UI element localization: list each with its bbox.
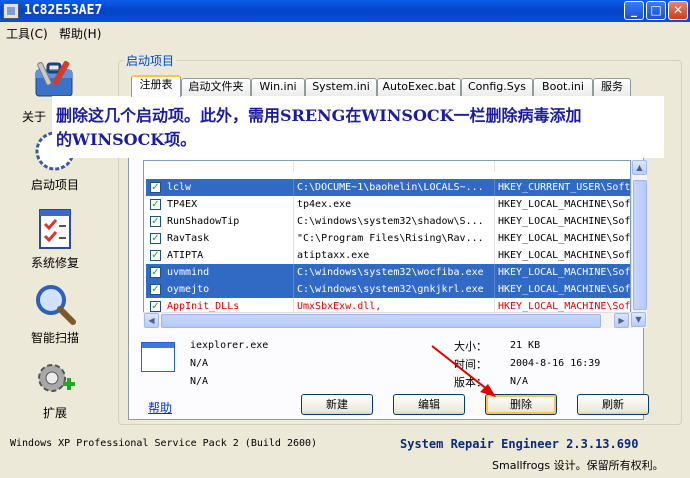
version-value: N/A xyxy=(510,376,529,387)
detail-na-1: N/A xyxy=(190,358,209,369)
row-registry-key: HKEY_LOCAL_MACHINE\Sof xyxy=(498,267,631,278)
tab-boot-ini[interactable]: Boot.ini xyxy=(533,78,593,96)
vertical-scrollbar[interactable]: ▲ xyxy=(631,160,647,328)
row-checkbox[interactable]: ✓ xyxy=(150,233,161,244)
sidebar-item-label: 智能扫描 xyxy=(30,331,79,345)
close-button[interactable]: ✕ xyxy=(668,1,688,20)
refresh-button[interactable]: 刷新 xyxy=(577,394,649,415)
row-path: tp4ex.exe xyxy=(297,199,352,210)
row-checkbox[interactable]: ✓ xyxy=(150,250,161,261)
row-name: RavTask xyxy=(167,233,210,244)
annotation-line-1: 删除这几个启动项。此外，需用SRENG在WINSOCK一栏删除病毒添加 xyxy=(56,106,582,125)
tab-system-ini[interactable]: System.ini xyxy=(305,78,377,96)
file-icon xyxy=(141,342,175,372)
row-checkbox[interactable]: ✓ xyxy=(150,267,161,278)
menu-tools[interactable]: 工具(C) xyxy=(6,25,48,42)
maximize-button[interactable]: □ xyxy=(646,1,666,20)
scroll-up-button[interactable]: ▲ xyxy=(632,160,647,175)
sidebar-item-label: 启动项目 xyxy=(30,178,79,192)
row-path: "C:\Program Files\Rising\Rav... xyxy=(297,233,484,244)
row-name: ATIPTA xyxy=(167,250,204,261)
row-checkbox[interactable]: ✓ xyxy=(150,182,161,193)
row-registry-key: HKEY_CURRENT_USER\Soft xyxy=(498,182,631,193)
sidebar-item-label: 关于 xyxy=(22,110,47,124)
row-checkbox[interactable]: ✓ xyxy=(150,199,161,210)
annotation-line-2: 的WINSOCK项。 xyxy=(56,130,197,149)
menu-help[interactable]: 帮助(H) xyxy=(59,25,101,42)
tab-registry[interactable]: 注册表 xyxy=(131,75,181,97)
group-title: 启动项目 xyxy=(124,52,177,69)
horizontal-scrollbar[interactable]: ◀ ▶ xyxy=(143,312,631,328)
row-registry-key: HKEY_LOCAL_MACHINE\Sof xyxy=(498,284,631,295)
row-registry-key: HKEY_LOCAL_MACHINE\Sof xyxy=(498,233,631,244)
tab-config-sys[interactable]: Config.Sys xyxy=(461,78,533,96)
checklist-icon xyxy=(32,206,78,252)
row-path: C:\DOCUME~1\baohelin\LOCALS~... xyxy=(297,182,484,193)
row-name: TP4EX xyxy=(167,199,198,210)
row-checkbox[interactable]: ✓ xyxy=(150,301,161,312)
tab-win-ini[interactable]: Win.ini xyxy=(251,78,305,96)
row-checkbox[interactable]: ✓ xyxy=(150,284,161,295)
title-bar[interactable]: 1C82E53AE7 _ □ ✕ xyxy=(0,0,690,22)
row-name: oymejto xyxy=(167,284,210,295)
tab-startup-folder[interactable]: 启动文件夹 xyxy=(181,78,251,96)
table-row[interactable]: ✓ oymejto C:\windows\system32\gnkjkrl.exe H… xyxy=(146,281,631,298)
annotation-arrow-icon xyxy=(431,345,496,397)
tab-services[interactable]: 服务 xyxy=(593,78,631,96)
annotation-note: 删除这几个启动项。此外，需用SRENG在WINSOCK一栏删除病毒添加 的WIN… xyxy=(52,96,664,158)
row-path: C:\windows\system32\shadow\S... xyxy=(297,216,484,227)
scroll-left-button[interactable]: ◀ xyxy=(144,313,159,328)
scroll-thumb[interactable] xyxy=(633,180,647,310)
gear-plus-icon xyxy=(32,356,78,402)
sidebar-item-scan[interactable]: 智能扫描 xyxy=(10,281,100,346)
row-registry-key: HKEY_LOCAL_MACHINE\Sof xyxy=(498,216,631,227)
startup-list[interactable]: ✓ lclw C:\DOCUME~1\baohelin\LOCALS~... HKEY… xyxy=(143,160,631,328)
window-title: 1C82E53AE7 xyxy=(24,3,103,18)
tab-autoexec[interactable]: AutoExec.bat xyxy=(377,78,461,96)
detail-filename: iexplorer.exe xyxy=(190,340,269,351)
app-icon xyxy=(3,3,19,19)
product-name: System Repair Engineer 2.3.13.690 xyxy=(400,437,639,451)
table-row[interactable]: ✓ RavTask "C:\Program Files\Rising\Rav... H… xyxy=(146,230,631,247)
table-row[interactable]: ✓ lclw C:\DOCUME~1\baohelin\LOCALS~... HKEY… xyxy=(146,179,631,196)
magnifier-icon xyxy=(32,281,78,327)
os-info: Windows XP Professional Service Pack 2 (… xyxy=(10,438,318,449)
help-link[interactable]: 帮助 xyxy=(148,399,172,416)
menu-bar: 工具(C) 帮助(H) xyxy=(0,22,690,42)
row-registry-key: HKEY_LOCAL_MACHINE\Sof xyxy=(498,199,631,210)
row-path: C:\windows\system32\gnkjkrl.exe xyxy=(297,284,484,295)
scroll-right-button[interactable]: ▶ xyxy=(614,313,629,328)
sidebar-item-label: 扩展 xyxy=(42,406,67,420)
time-value: 2004-8-16 16:39 xyxy=(510,358,601,369)
minimize-button[interactable]: _ xyxy=(624,1,644,20)
row-name: uvmmind xyxy=(167,267,210,278)
row-registry-key: HKEY_LOCAL_MACHINE\Sof xyxy=(498,250,631,261)
table-row[interactable]: ✓ uvmmind C:\windows\system32\wocfiba.exe H… xyxy=(146,264,631,281)
sidebar-item-repair[interactable]: 系统修复 xyxy=(10,206,100,271)
table-row[interactable]: ✓ TP4EX tp4ex.exe HKEY_LOCAL_MACHINE\Sof xyxy=(146,196,631,213)
row-path: atiptaxx.exe xyxy=(297,250,370,261)
table-row[interactable] xyxy=(146,161,630,172)
new-button[interactable]: 新建 xyxy=(301,394,373,415)
table-row[interactable]: ✓ ATIPTA atiptaxx.exe HKEY_LOCAL_MACHINE\So… xyxy=(146,247,631,264)
row-path: C:\windows\system32\wocfiba.exe xyxy=(297,267,484,278)
scroll-down-button[interactable]: ▼ xyxy=(631,312,646,327)
copyright: Smallfrogs 设计。保留所有权利。 xyxy=(492,459,664,472)
sidebar-item-extend[interactable]: 扩展 xyxy=(10,356,100,421)
row-name: lclw xyxy=(167,182,192,193)
detail-na-2: N/A xyxy=(190,376,209,387)
size-value: 21 KB xyxy=(510,340,541,351)
scroll-thumb[interactable] xyxy=(161,314,601,328)
row-checkbox[interactable]: ✓ xyxy=(150,216,161,227)
table-row[interactable]: ✓ RunShadowTip C:\windows\system32\shadow\… xyxy=(146,213,631,230)
row-name: RunShadowTip xyxy=(167,216,240,227)
sidebar-item-label: 系统修复 xyxy=(30,256,79,270)
